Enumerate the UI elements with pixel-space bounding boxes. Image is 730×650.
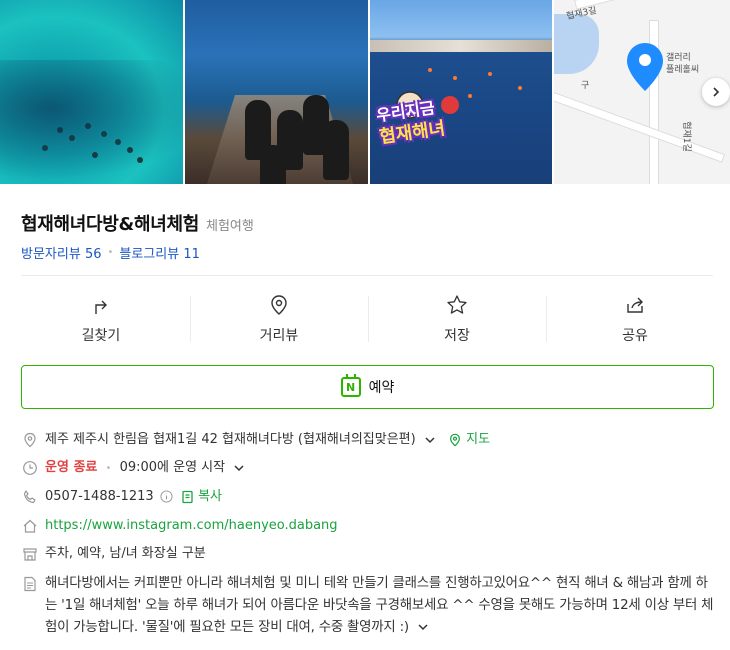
photo-badge-text: 우리지금 협재해녀 bbox=[375, 98, 447, 148]
hours-row: 운영 종료 • 09:00에 운영 시작 bbox=[22, 459, 712, 478]
map-water bbox=[554, 14, 599, 74]
save-button[interactable]: 저장 bbox=[368, 290, 546, 348]
description-row: 해녀다방에서는 커피뿐만 아니라 해녀체험 및 미니 테왁 만들기 클래스를 진… bbox=[22, 573, 714, 639]
blog-review-link[interactable]: 블로그리뷰 11 bbox=[119, 243, 200, 262]
address-row: 제주 제주시 한림읍 협재1길 42 협재해녀다방 (협재해녀의집맞은편) 지도 bbox=[22, 431, 712, 449]
share-button[interactable]: 공유 bbox=[546, 290, 724, 348]
separator-dot: • bbox=[107, 247, 114, 258]
location-pin-icon bbox=[271, 294, 287, 315]
website-row: https://www.instagram.com/haenyeo.dabang bbox=[22, 517, 712, 535]
amenities-row: 주차, 예약, 남/녀 화장실 구분 bbox=[22, 545, 712, 563]
address-text: 제주 제주시 한림읍 협재1길 42 협재해녀다방 (협재해녀의집맞은편) bbox=[45, 432, 416, 447]
amenities-text: 주차, 예약, 남/녀 화장실 구분 bbox=[45, 546, 206, 561]
naver-calendar-icon: N bbox=[340, 374, 361, 397]
info-icon[interactable] bbox=[160, 490, 173, 503]
location-pin-icon bbox=[24, 432, 36, 448]
photo-gallery[interactable]: 우리지금 협재해녀 협재3길 갤러리 플레홀씨 구 협재1길 bbox=[0, 0, 730, 184]
directions-button[interactable]: 길찾기 bbox=[12, 290, 190, 348]
photo-sea-divers[interactable] bbox=[0, 0, 183, 184]
action-bar: 길찾기 거리뷰 저장 공유 bbox=[12, 290, 724, 348]
gallery-next-button[interactable] bbox=[702, 78, 730, 106]
description-text: 해녀다방에서는 커피뿐만 아니라 해녀체험 및 미니 테왁 만들기 클래스를 진… bbox=[45, 576, 714, 635]
hours-text: 09:00에 운영 시작 bbox=[119, 460, 226, 475]
website-link[interactable]: https://www.instagram.com/haenyeo.dabang bbox=[45, 517, 338, 535]
street-view-button[interactable]: 거리뷰 bbox=[190, 290, 368, 348]
map-pin-icon bbox=[450, 433, 460, 447]
map-link[interactable]: 지도 bbox=[466, 432, 490, 447]
phone-icon bbox=[23, 490, 36, 504]
photo-haenyeo-sea[interactable]: 우리지금 협재해녀 bbox=[370, 0, 552, 184]
separator-dot: • bbox=[105, 463, 112, 474]
place-title: 협재해녀다방&해녀체험 bbox=[21, 214, 199, 235]
map-label: 협재1길 bbox=[680, 121, 691, 152]
reserve-button[interactable]: N 예약 bbox=[21, 365, 714, 409]
clock-icon bbox=[23, 461, 37, 475]
star-icon bbox=[447, 294, 467, 314]
save-label: 저장 bbox=[444, 327, 470, 344]
street-view-label: 거리뷰 bbox=[259, 327, 299, 344]
map-road bbox=[574, 0, 730, 10]
status-badge: 운영 종료 bbox=[45, 460, 98, 475]
copy-icon bbox=[182, 490, 193, 503]
document-icon bbox=[24, 576, 36, 592]
map-pin-icon bbox=[627, 43, 663, 91]
storefront-icon bbox=[23, 548, 37, 561]
place-header: 협재해녀다방&해녀체험 체험여행 bbox=[21, 210, 254, 236]
divider bbox=[21, 275, 713, 276]
photo-haenyeo-group[interactable] bbox=[185, 0, 368, 184]
diver-figure bbox=[260, 145, 286, 184]
diver-figure bbox=[323, 120, 349, 180]
map-label: 플레홀씨 bbox=[666, 65, 700, 75]
map-label: 구 bbox=[581, 81, 590, 91]
phone-number[interactable]: 0507-1488-1213 bbox=[45, 489, 154, 504]
map-road bbox=[554, 92, 726, 163]
place-category: 체험여행 bbox=[206, 219, 254, 234]
chevron-down-icon[interactable] bbox=[233, 462, 245, 474]
directions-icon bbox=[95, 300, 107, 314]
share-icon bbox=[627, 297, 643, 313]
visitor-review-link[interactable]: 방문자리뷰 56 bbox=[21, 243, 102, 262]
chevron-right-icon bbox=[713, 87, 720, 97]
home-icon bbox=[23, 519, 37, 533]
divers-illustration bbox=[42, 123, 143, 163]
phone-row: 0507-1488-1213 복사 bbox=[22, 488, 712, 506]
chevron-down-icon[interactable] bbox=[424, 434, 436, 446]
chevron-down-icon[interactable] bbox=[417, 621, 429, 633]
reserve-label: 예약 bbox=[368, 380, 395, 396]
review-summary: 방문자리뷰 56 • 블로그리뷰 11 bbox=[21, 243, 200, 262]
share-label: 공유 bbox=[622, 327, 648, 344]
copy-phone-button[interactable]: 복사 bbox=[198, 489, 222, 504]
directions-label: 길찾기 bbox=[81, 327, 121, 344]
